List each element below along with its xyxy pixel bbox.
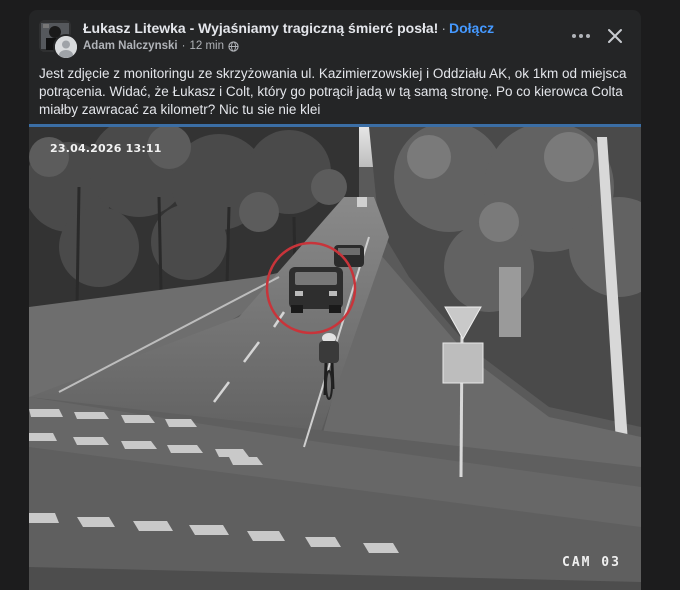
post-title-line: Łukasz Litewka - Wyjaśniamy tragiczną śm… — [83, 20, 494, 36]
post-body-text: Jest zdjęcie z monitoringu ze skrzyżowan… — [39, 66, 627, 117]
author-name[interactable]: Adam Nalczynski — [83, 40, 178, 52]
more-options-button[interactable] — [569, 24, 593, 48]
surveillance-photo — [29, 127, 641, 590]
group-name[interactable]: Łukasz Litewka - Wyjaśniamy tragiczną śm… — [83, 20, 438, 36]
more-horizontal-icon — [572, 34, 590, 38]
close-icon — [608, 29, 622, 43]
camera-label: CAM 03 — [562, 555, 621, 570]
user-avatar[interactable] — [53, 34, 79, 60]
close-button[interactable] — [603, 24, 627, 48]
post-image[interactable]: 23.04.2026 13:11 CAM 03 — [29, 124, 641, 590]
post-meta: Adam Nalczynski · 12 min — [83, 40, 239, 52]
meta-separator: · — [181, 40, 186, 52]
post-card: Łukasz Litewka - Wyjaśniamy tragiczną śm… — [29, 10, 641, 590]
globe-icon — [228, 40, 239, 52]
camera-timestamp: 23.04.2026 13:11 — [50, 142, 162, 155]
post-header: Łukasz Litewka - Wyjaśniamy tragiczną śm… — [29, 10, 641, 60]
title-separator: · — [441, 20, 446, 36]
post-time[interactable]: 12 min — [189, 40, 224, 52]
join-button[interactable]: Dołącz — [449, 20, 494, 36]
